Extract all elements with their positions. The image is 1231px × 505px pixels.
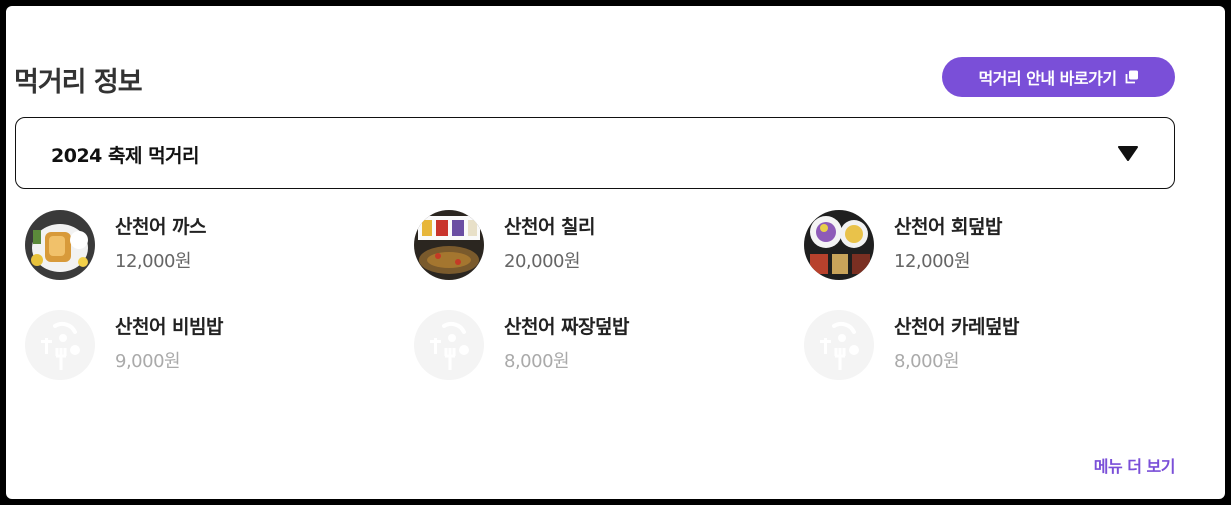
food-placeholder-icon: [804, 310, 874, 380]
menu-item-price: 12,000원: [894, 251, 971, 272]
menu-item[interactable]: 산천어 회덮밥 12,000원: [794, 210, 1154, 282]
menu-item-price: 8,000원: [894, 351, 960, 372]
section-title: 먹거리 정보: [14, 67, 143, 98]
menu-item-price: 9,000원: [115, 351, 181, 372]
menu-item[interactable]: 산천어 비빔밥 9,000원: [15, 310, 375, 382]
more-menu-link[interactable]: 메뉴 더 보기: [1094, 453, 1176, 477]
menu-item-name: 산천어 칠리: [504, 216, 596, 238]
menu-item[interactable]: 산천어 짜장덮밥 8,000원: [404, 310, 764, 382]
menu-item[interactable]: 산천어 까스 12,000원: [15, 210, 375, 282]
menu-item-name: 산천어 비빔밥: [115, 316, 224, 338]
menu-item-name: 산천어 카레덮밥: [894, 316, 1019, 338]
menu-item-price: 20,000원: [504, 251, 581, 272]
caret-down-icon: [1118, 146, 1138, 161]
menu-item-name: 산천어 회덮밥: [894, 216, 1003, 238]
food-placeholder-icon: [414, 310, 484, 380]
menu-photo: [25, 210, 95, 280]
menu-item-name: 산천어 짜장덮밥: [504, 316, 629, 338]
food-guide-button-label: 먹거리 안내 바로가기: [978, 69, 1117, 88]
menu-item-price: 12,000원: [115, 251, 192, 272]
food-placeholder-icon: [25, 310, 95, 380]
food-guide-button[interactable]: 먹거리 안내 바로가기: [942, 57, 1175, 97]
menu-item-name: 산천어 까스: [115, 216, 207, 238]
selected-option: 2024 축제 먹거리: [51, 145, 200, 167]
menu-item[interactable]: 산천어 카레덮밥 8,000원: [794, 310, 1154, 382]
menu-item-price: 8,000원: [504, 351, 570, 372]
menu-item[interactable]: 산천어 칠리 20,000원: [404, 210, 764, 282]
menu-photo: [804, 210, 874, 280]
festival-year-select[interactable]: 2024 축제 먹거리: [15, 117, 1175, 189]
external-link-icon: [1125, 70, 1138, 84]
menu-photo: [414, 210, 484, 280]
